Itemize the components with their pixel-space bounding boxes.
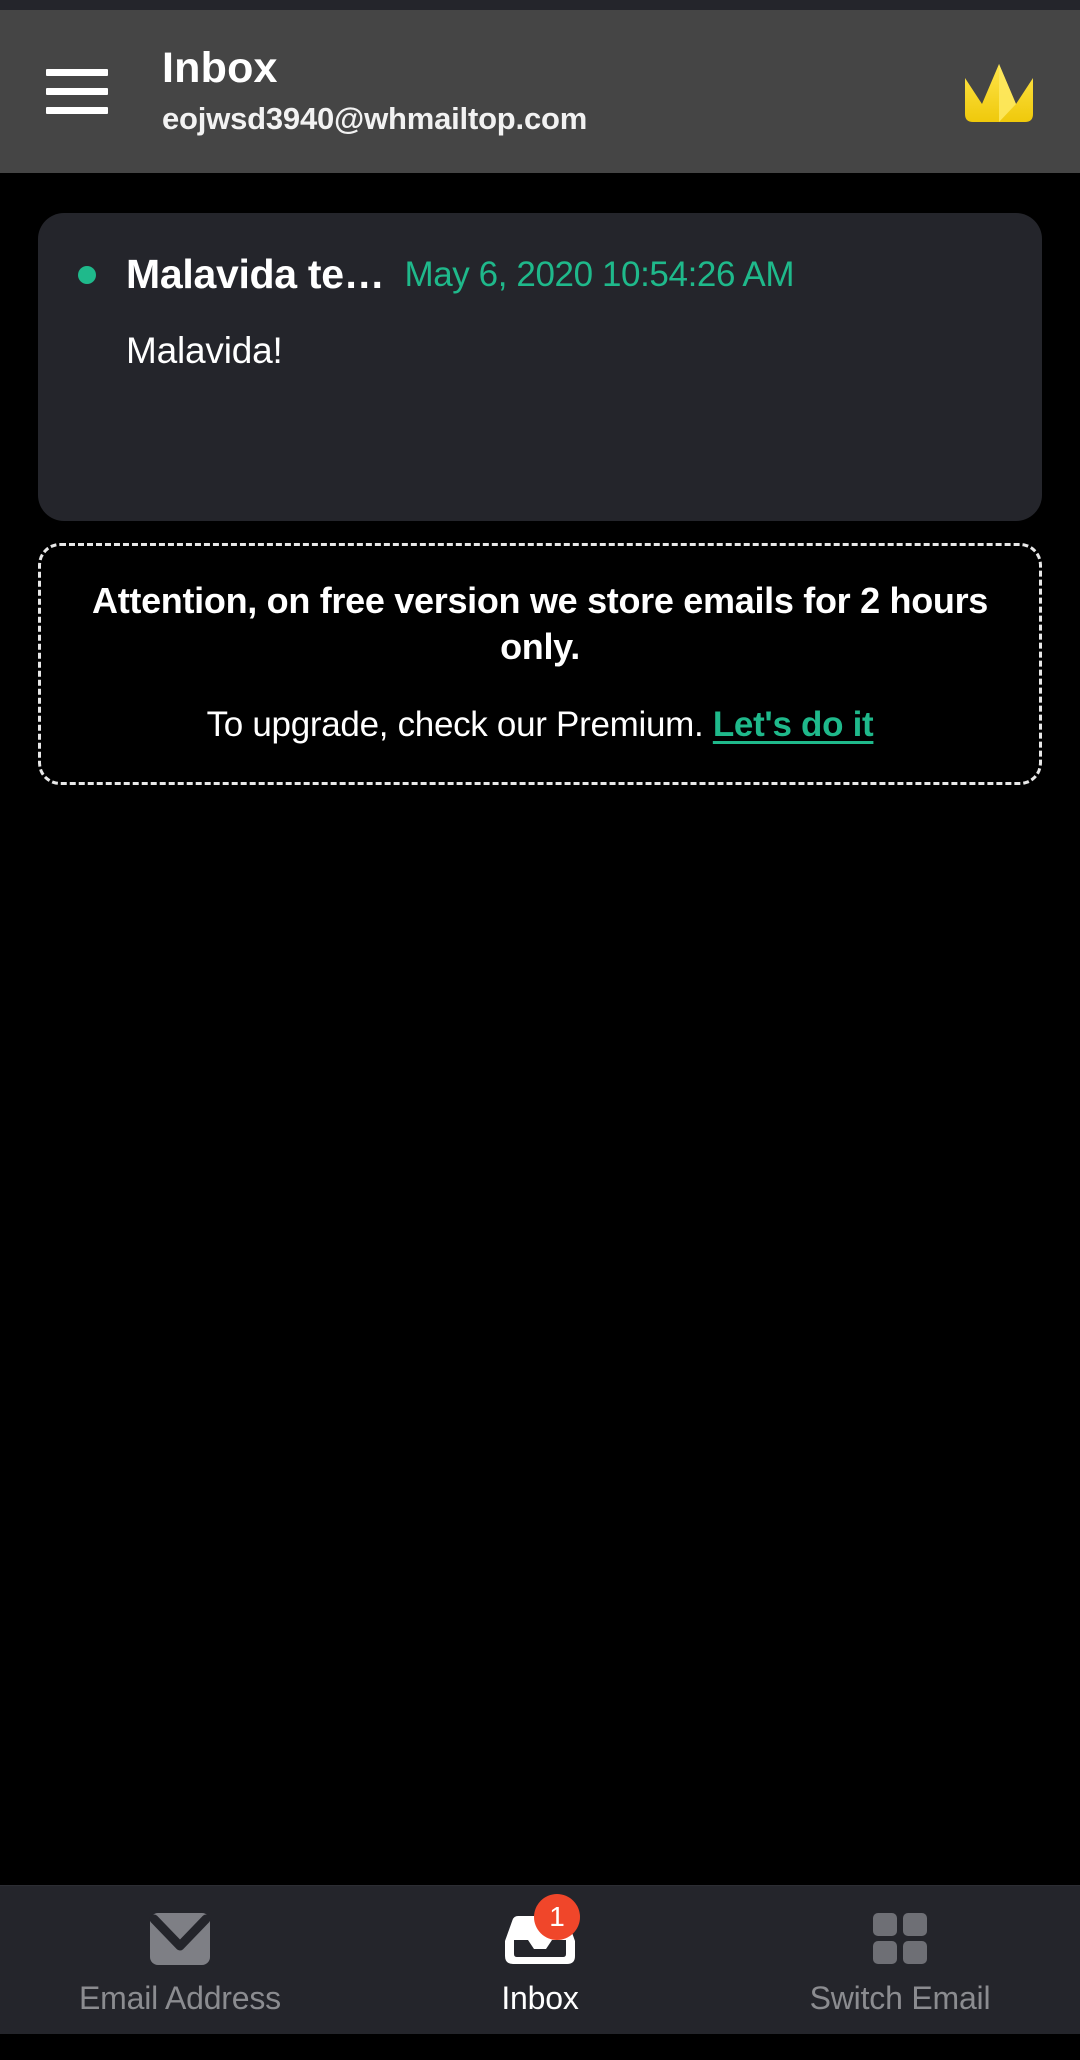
email-header-row: Malavida te… May 6, 2020 10:54:26 AM: [78, 251, 1002, 298]
envelope-icon-glyph: [149, 1912, 211, 1965]
nav-label-switch-email: Switch Email: [809, 1979, 991, 2016]
inbox-unread-badge: 1: [534, 1893, 580, 1940]
notice-subtext-row: To upgrade, check our Premium. Let's do …: [75, 702, 1005, 748]
inbox-content: Malavida te… May 6, 2020 10:54:26 AM Mal…: [0, 173, 1080, 1885]
envelope-icon: [146, 1910, 214, 1968]
status-bar-strip: [0, 0, 1080, 10]
app-header: Inbox eojwsd3940@whmailtop.com: [0, 10, 1080, 173]
nav-label-inbox: Inbox: [501, 1979, 579, 2016]
inbox-tray-icon: 1: [504, 1893, 580, 1968]
grid-squares-icon: [869, 1910, 931, 1968]
nav-item-inbox[interactable]: 1 Inbox: [360, 1886, 720, 2034]
hamburger-line: [46, 69, 108, 76]
upgrade-premium-link[interactable]: Let's do it: [713, 705, 874, 744]
header-title-group: Inbox eojwsd3940@whmailtop.com: [162, 43, 956, 137]
crown-icon-glyph: [965, 63, 1033, 122]
bottom-navigation-bar: Email Address 1 Inbox Switch Email: [0, 1885, 1080, 2034]
nav-item-switch-email[interactable]: Switch Email: [720, 1886, 1080, 2034]
crown-icon[interactable]: [956, 49, 1042, 135]
email-timestamp: May 6, 2020 10:54:26 AM: [404, 254, 795, 294]
header-email-address: eojwsd3940@whmailtop.com: [162, 100, 588, 136]
system-gesture-bar: [0, 2034, 1080, 2060]
grid-squares-icon-glyph: [873, 1912, 927, 1964]
app-root: Inbox eojwsd3940@whmailtop.com Malavida: [0, 0, 1080, 2060]
hamburger-menu-icon[interactable]: [46, 56, 118, 128]
free-version-notice: Attention, on free version we store emai…: [38, 543, 1042, 785]
notice-subtext: To upgrade, check our Premium.: [206, 705, 704, 745]
hamburger-line: [46, 107, 108, 114]
email-list-item[interactable]: Malavida te… May 6, 2020 10:54:26 AM Mal…: [38, 213, 1042, 521]
hamburger-line: [46, 88, 108, 95]
nav-item-email-address[interactable]: Email Address: [0, 1886, 360, 2034]
email-sender: Malavida te…: [126, 251, 385, 297]
page-title: Inbox: [162, 43, 278, 92]
notice-headline: Attention, on free version we store emai…: [92, 580, 988, 668]
email-preview-text: Malavida!: [126, 330, 283, 371]
unread-indicator-dot: [78, 265, 96, 284]
nav-label-email-address: Email Address: [79, 1979, 281, 2016]
